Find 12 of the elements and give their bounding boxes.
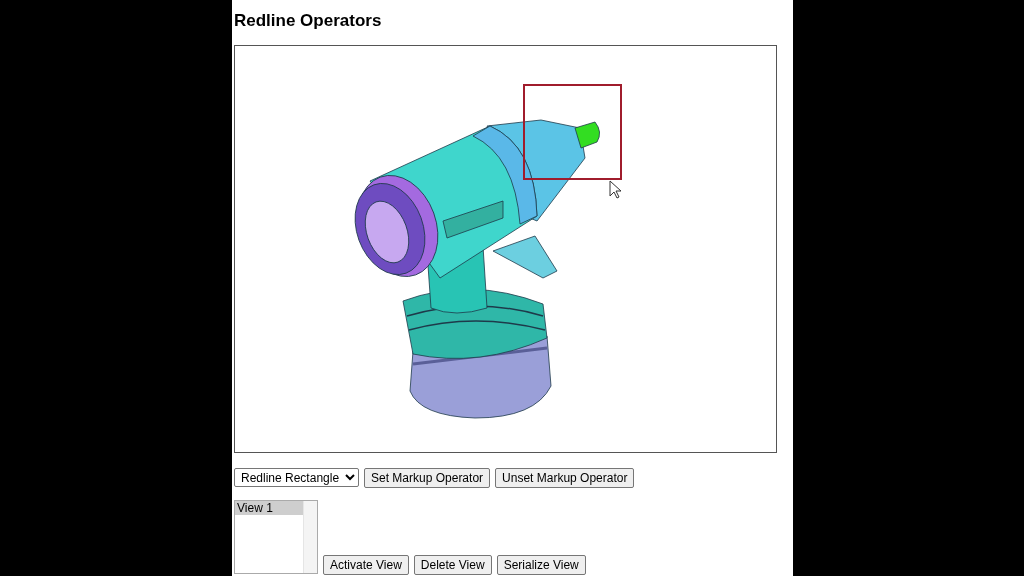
cursor-icon (609, 180, 622, 198)
view-list-item[interactable]: View 1 (235, 500, 303, 515)
scrollbar[interactable] (303, 500, 317, 573)
view-button[interactable]: Delete View (413, 554, 492, 575)
operator-select[interactable]: Redline Rectangle (234, 468, 359, 487)
operator-button[interactable]: Set Markup Operator (364, 467, 491, 488)
operator-button[interactable]: Unset Markup Operator (495, 467, 635, 488)
views-listbox[interactable]: View 1 (234, 499, 318, 574)
view-button[interactable]: Activate View (323, 554, 409, 575)
3d-viewer[interactable] (234, 44, 777, 453)
page-title: Redline Operators (234, 10, 382, 32)
view-button[interactable]: Serialize View (496, 554, 586, 575)
